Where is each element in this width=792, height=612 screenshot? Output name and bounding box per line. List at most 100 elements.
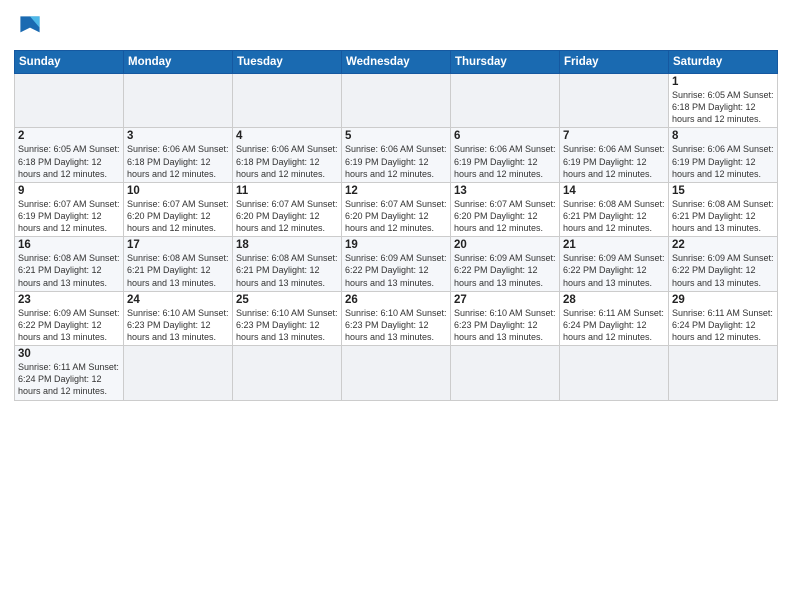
day-cell: 25Sunrise: 6:10 AM Sunset: 6:23 PM Dayli… bbox=[233, 291, 342, 345]
day-cell: 3Sunrise: 6:06 AM Sunset: 6:18 PM Daylig… bbox=[124, 128, 233, 182]
day-info: Sunrise: 6:07 AM Sunset: 6:20 PM Dayligh… bbox=[236, 198, 338, 234]
day-number: 10 bbox=[127, 185, 229, 197]
day-info: Sunrise: 6:09 AM Sunset: 6:22 PM Dayligh… bbox=[563, 252, 665, 288]
day-number: 18 bbox=[236, 239, 338, 251]
day-number: 17 bbox=[127, 239, 229, 251]
day-info: Sunrise: 6:10 AM Sunset: 6:23 PM Dayligh… bbox=[345, 307, 447, 343]
day-cell: 12Sunrise: 6:07 AM Sunset: 6:20 PM Dayli… bbox=[342, 182, 451, 236]
weekday-header-sunday: Sunday bbox=[15, 51, 124, 74]
calendar-page: SundayMondayTuesdayWednesdayThursdayFrid… bbox=[0, 0, 792, 612]
empty-day-cell bbox=[451, 346, 560, 400]
day-number: 22 bbox=[672, 239, 774, 251]
calendar-week-row: 1Sunrise: 6:05 AM Sunset: 6:18 PM Daylig… bbox=[15, 74, 778, 128]
calendar-week-row: 30Sunrise: 6:11 AM Sunset: 6:24 PM Dayli… bbox=[15, 346, 778, 400]
day-info: Sunrise: 6:10 AM Sunset: 6:23 PM Dayligh… bbox=[236, 307, 338, 343]
day-info: Sunrise: 6:08 AM Sunset: 6:21 PM Dayligh… bbox=[236, 252, 338, 288]
day-cell: 9Sunrise: 6:07 AM Sunset: 6:19 PM Daylig… bbox=[15, 182, 124, 236]
day-number: 3 bbox=[127, 130, 229, 142]
day-cell: 15Sunrise: 6:08 AM Sunset: 6:21 PM Dayli… bbox=[669, 182, 778, 236]
day-cell: 10Sunrise: 6:07 AM Sunset: 6:20 PM Dayli… bbox=[124, 182, 233, 236]
day-number: 30 bbox=[18, 348, 120, 360]
day-info: Sunrise: 6:05 AM Sunset: 6:18 PM Dayligh… bbox=[18, 143, 120, 179]
empty-day-cell bbox=[342, 346, 451, 400]
day-number: 14 bbox=[563, 185, 665, 197]
day-cell: 7Sunrise: 6:06 AM Sunset: 6:19 PM Daylig… bbox=[560, 128, 669, 182]
weekday-header-tuesday: Tuesday bbox=[233, 51, 342, 74]
calendar-week-row: 16Sunrise: 6:08 AM Sunset: 6:21 PM Dayli… bbox=[15, 237, 778, 291]
day-info: Sunrise: 6:08 AM Sunset: 6:21 PM Dayligh… bbox=[127, 252, 229, 288]
weekday-header-wednesday: Wednesday bbox=[342, 51, 451, 74]
empty-day-cell bbox=[342, 74, 451, 128]
day-number: 5 bbox=[345, 130, 447, 142]
day-info: Sunrise: 6:08 AM Sunset: 6:21 PM Dayligh… bbox=[672, 198, 774, 234]
day-info: Sunrise: 6:07 AM Sunset: 6:20 PM Dayligh… bbox=[454, 198, 556, 234]
day-cell: 19Sunrise: 6:09 AM Sunset: 6:22 PM Dayli… bbox=[342, 237, 451, 291]
day-info: Sunrise: 6:05 AM Sunset: 6:18 PM Dayligh… bbox=[672, 89, 774, 125]
day-cell: 11Sunrise: 6:07 AM Sunset: 6:20 PM Dayli… bbox=[233, 182, 342, 236]
day-cell: 30Sunrise: 6:11 AM Sunset: 6:24 PM Dayli… bbox=[15, 346, 124, 400]
day-number: 2 bbox=[18, 130, 120, 142]
weekday-header-monday: Monday bbox=[124, 51, 233, 74]
day-number: 29 bbox=[672, 294, 774, 306]
empty-day-cell bbox=[233, 346, 342, 400]
day-cell: 8Sunrise: 6:06 AM Sunset: 6:19 PM Daylig… bbox=[669, 128, 778, 182]
calendar-week-row: 23Sunrise: 6:09 AM Sunset: 6:22 PM Dayli… bbox=[15, 291, 778, 345]
day-cell: 16Sunrise: 6:08 AM Sunset: 6:21 PM Dayli… bbox=[15, 237, 124, 291]
day-cell: 29Sunrise: 6:11 AM Sunset: 6:24 PM Dayli… bbox=[669, 291, 778, 345]
empty-day-cell bbox=[233, 74, 342, 128]
day-cell: 18Sunrise: 6:08 AM Sunset: 6:21 PM Dayli… bbox=[233, 237, 342, 291]
empty-day-cell bbox=[560, 74, 669, 128]
day-number: 23 bbox=[18, 294, 120, 306]
day-info: Sunrise: 6:07 AM Sunset: 6:19 PM Dayligh… bbox=[18, 198, 120, 234]
day-number: 21 bbox=[563, 239, 665, 251]
day-info: Sunrise: 6:06 AM Sunset: 6:19 PM Dayligh… bbox=[345, 143, 447, 179]
day-cell: 13Sunrise: 6:07 AM Sunset: 6:20 PM Dayli… bbox=[451, 182, 560, 236]
day-info: Sunrise: 6:07 AM Sunset: 6:20 PM Dayligh… bbox=[345, 198, 447, 234]
weekday-header-row: SundayMondayTuesdayWednesdayThursdayFrid… bbox=[15, 51, 778, 74]
day-cell: 20Sunrise: 6:09 AM Sunset: 6:22 PM Dayli… bbox=[451, 237, 560, 291]
day-number: 13 bbox=[454, 185, 556, 197]
empty-day-cell bbox=[669, 346, 778, 400]
day-cell: 6Sunrise: 6:06 AM Sunset: 6:19 PM Daylig… bbox=[451, 128, 560, 182]
day-cell: 5Sunrise: 6:06 AM Sunset: 6:19 PM Daylig… bbox=[342, 128, 451, 182]
day-info: Sunrise: 6:06 AM Sunset: 6:19 PM Dayligh… bbox=[672, 143, 774, 179]
day-info: Sunrise: 6:08 AM Sunset: 6:21 PM Dayligh… bbox=[18, 252, 120, 288]
day-number: 28 bbox=[563, 294, 665, 306]
empty-day-cell bbox=[560, 346, 669, 400]
generalblue-logo-icon bbox=[14, 10, 46, 42]
day-number: 19 bbox=[345, 239, 447, 251]
day-cell: 27Sunrise: 6:10 AM Sunset: 6:23 PM Dayli… bbox=[451, 291, 560, 345]
day-cell: 2Sunrise: 6:05 AM Sunset: 6:18 PM Daylig… bbox=[15, 128, 124, 182]
day-number: 25 bbox=[236, 294, 338, 306]
day-number: 12 bbox=[345, 185, 447, 197]
day-number: 1 bbox=[672, 76, 774, 88]
header bbox=[14, 10, 778, 42]
day-number: 7 bbox=[563, 130, 665, 142]
day-cell: 1Sunrise: 6:05 AM Sunset: 6:18 PM Daylig… bbox=[669, 74, 778, 128]
empty-day-cell bbox=[124, 346, 233, 400]
day-number: 24 bbox=[127, 294, 229, 306]
day-info: Sunrise: 6:07 AM Sunset: 6:20 PM Dayligh… bbox=[127, 198, 229, 234]
day-cell: 14Sunrise: 6:08 AM Sunset: 6:21 PM Dayli… bbox=[560, 182, 669, 236]
day-cell: 28Sunrise: 6:11 AM Sunset: 6:24 PM Dayli… bbox=[560, 291, 669, 345]
day-info: Sunrise: 6:06 AM Sunset: 6:19 PM Dayligh… bbox=[563, 143, 665, 179]
day-cell: 17Sunrise: 6:08 AM Sunset: 6:21 PM Dayli… bbox=[124, 237, 233, 291]
weekday-header-thursday: Thursday bbox=[451, 51, 560, 74]
day-number: 11 bbox=[236, 185, 338, 197]
day-info: Sunrise: 6:09 AM Sunset: 6:22 PM Dayligh… bbox=[18, 307, 120, 343]
day-number: 26 bbox=[345, 294, 447, 306]
day-info: Sunrise: 6:06 AM Sunset: 6:18 PM Dayligh… bbox=[127, 143, 229, 179]
day-info: Sunrise: 6:11 AM Sunset: 6:24 PM Dayligh… bbox=[18, 361, 120, 397]
day-info: Sunrise: 6:06 AM Sunset: 6:19 PM Dayligh… bbox=[454, 143, 556, 179]
day-info: Sunrise: 6:08 AM Sunset: 6:21 PM Dayligh… bbox=[563, 198, 665, 234]
day-cell: 26Sunrise: 6:10 AM Sunset: 6:23 PM Dayli… bbox=[342, 291, 451, 345]
calendar-week-row: 9Sunrise: 6:07 AM Sunset: 6:19 PM Daylig… bbox=[15, 182, 778, 236]
day-number: 20 bbox=[454, 239, 556, 251]
day-number: 27 bbox=[454, 294, 556, 306]
day-number: 16 bbox=[18, 239, 120, 251]
day-number: 8 bbox=[672, 130, 774, 142]
empty-day-cell bbox=[451, 74, 560, 128]
calendar-table: SundayMondayTuesdayWednesdayThursdayFrid… bbox=[14, 50, 778, 401]
logo-area bbox=[14, 10, 52, 42]
calendar-week-row: 2Sunrise: 6:05 AM Sunset: 6:18 PM Daylig… bbox=[15, 128, 778, 182]
